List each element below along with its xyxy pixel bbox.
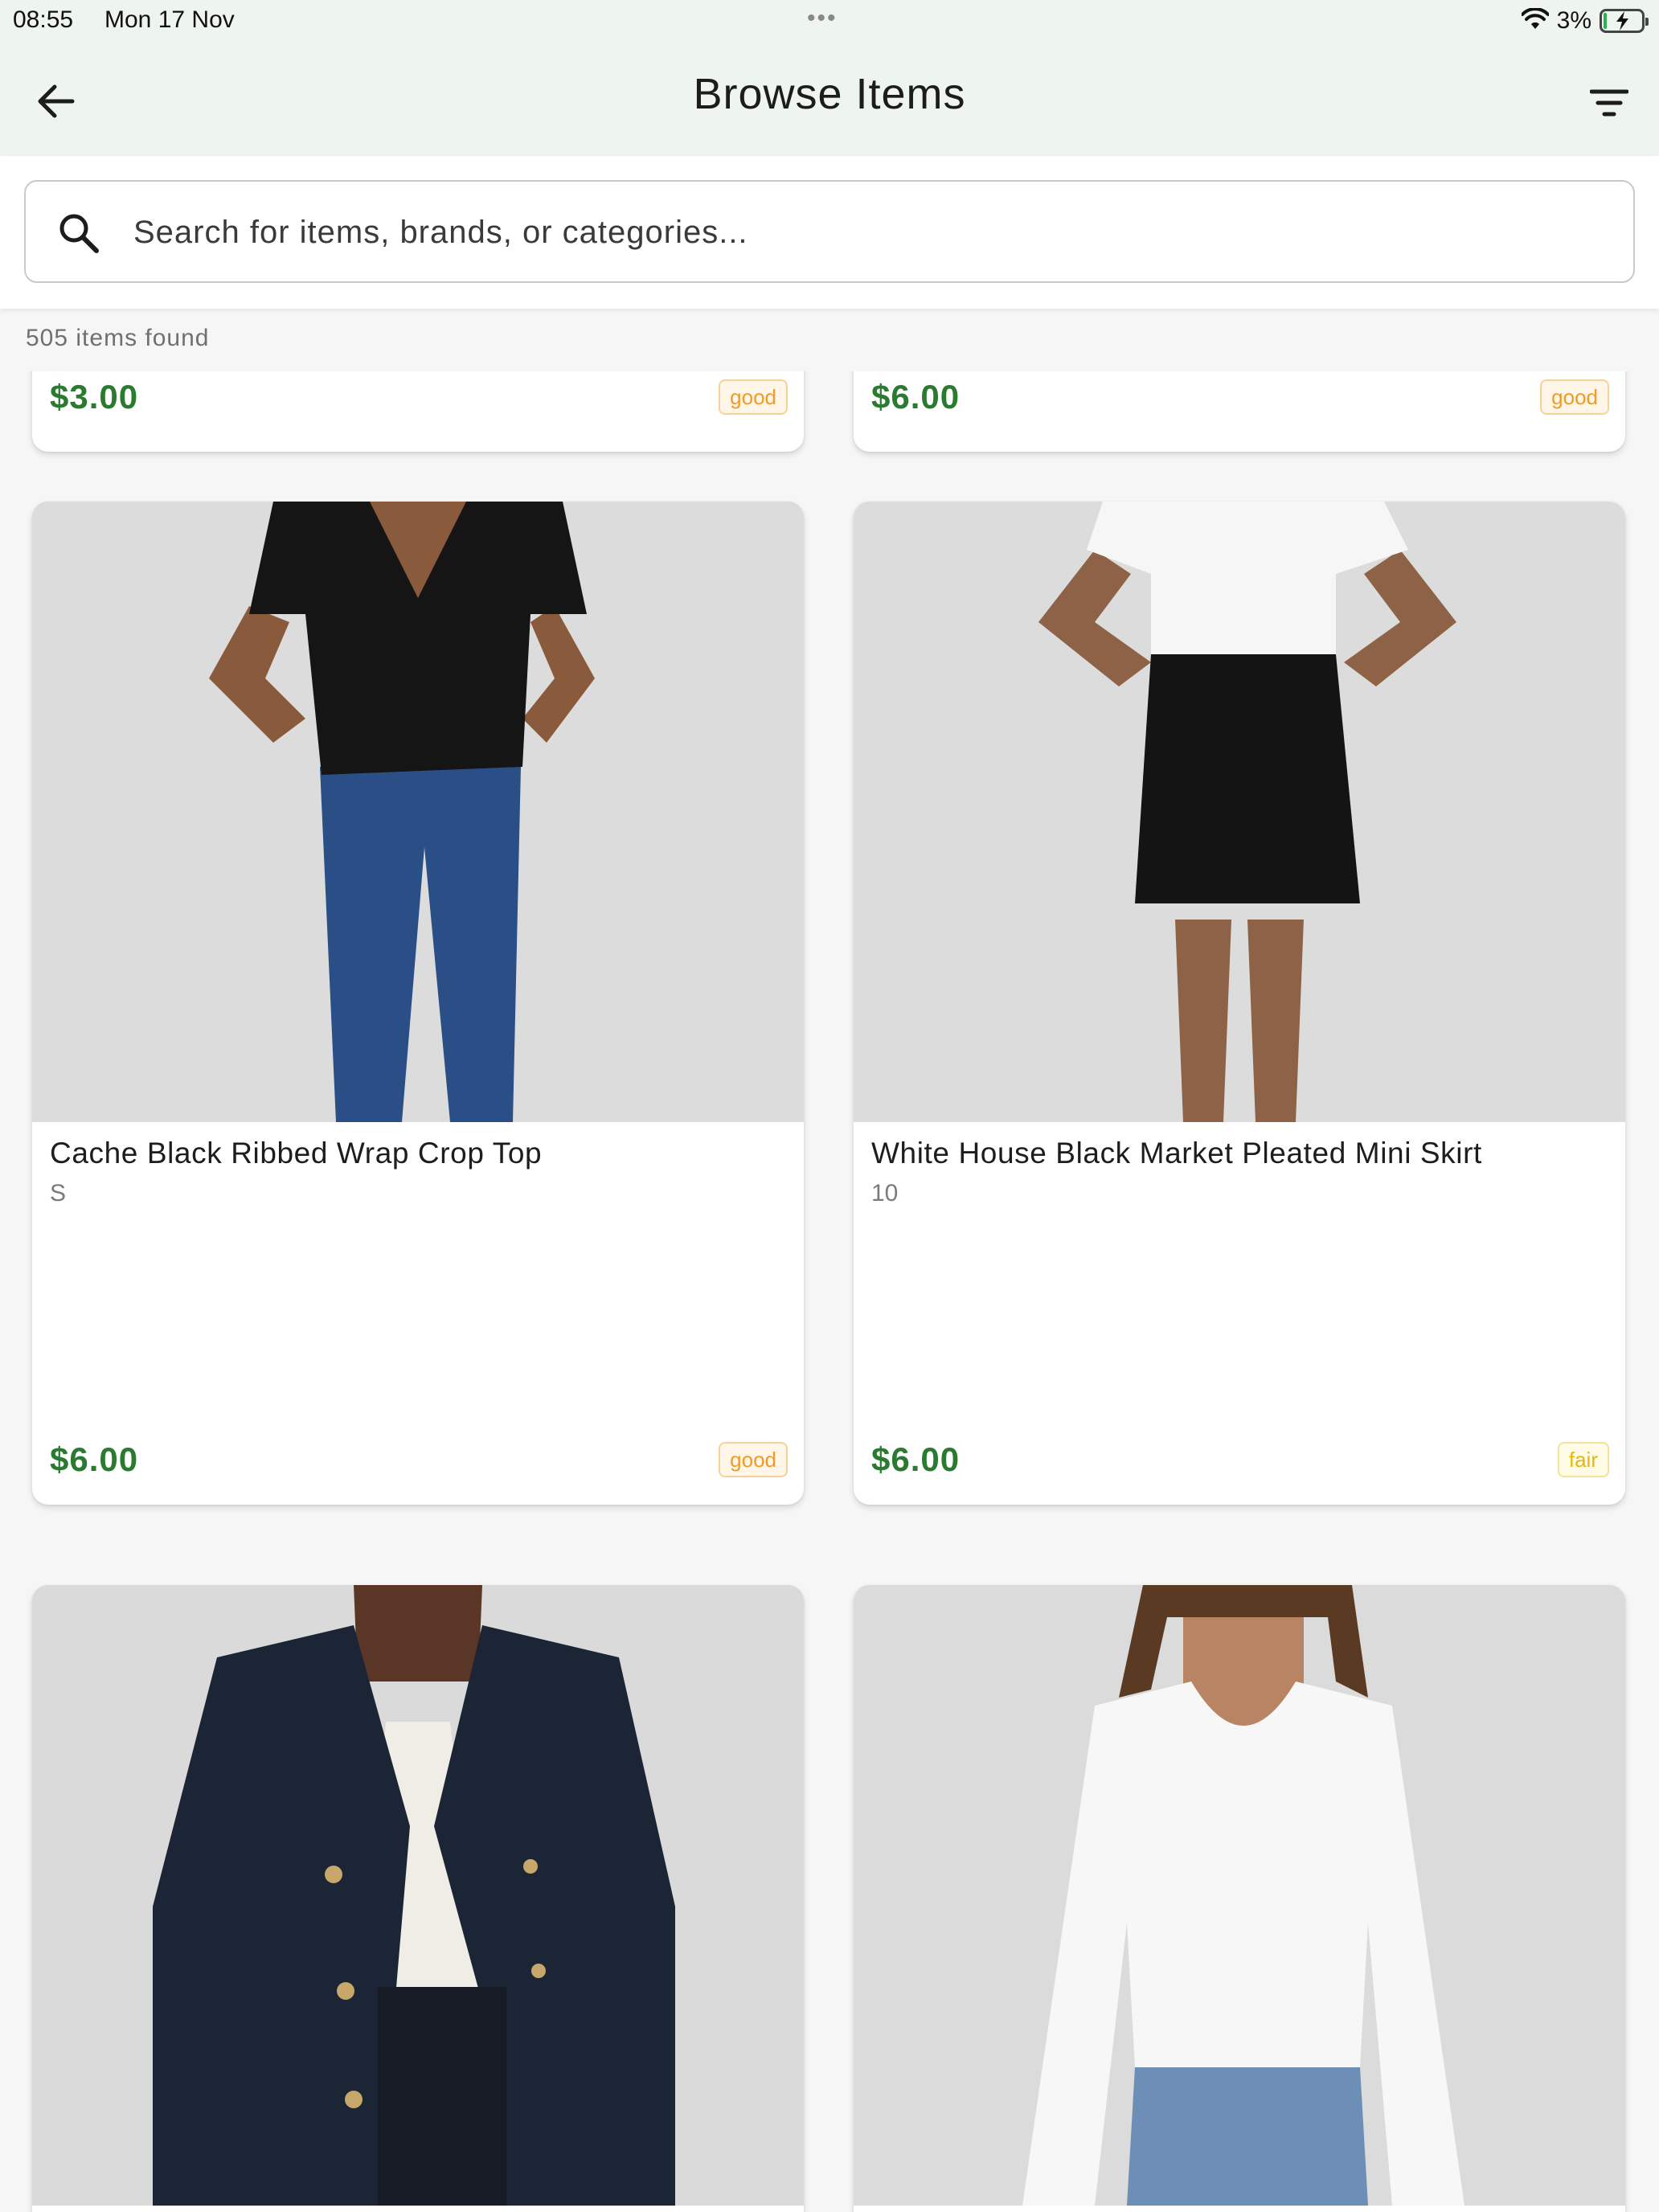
condition-badge: fair [1557,1442,1609,1477]
item-image [854,502,1625,1122]
condition-badge: good [719,1442,788,1477]
app-bar: Browse Items [0,40,1659,156]
multitasking-dots[interactable]: ••• [807,5,838,32]
page-title: Browse Items [693,70,966,118]
item-price: $6.00 [871,378,961,416]
results-count: 505 items found [26,325,210,351]
item-price: $6.00 [50,1440,139,1478]
item-image [32,502,804,1122]
item-card[interactable]: White House Black Market Pleated Mini Sk… [854,502,1625,1505]
status-right: 3% [1520,5,1649,37]
search-icon [59,214,99,253]
item-card[interactable]: Cache Black Ribbed Wrap Crop Top S $6.00… [32,502,804,1505]
item-card[interactable]: $6.00 good [854,371,1625,452]
item-price: $3.00 [50,378,139,416]
wifi-icon [1520,6,1550,35]
condition-badge: good [719,379,788,415]
items-grid[interactable]: $3.00 good $6.00 good Cache Black Ribbed… [0,371,1659,2212]
item-size: S [50,1180,67,1206]
battery-charging-icon [1600,9,1649,33]
filter-lines-icon [1590,89,1628,117]
item-card[interactable] [32,1585,804,2212]
item-price: $6.00 [871,1440,961,1478]
item-image [32,1585,804,2206]
search-box[interactable] [24,180,1635,283]
top-bar: 08:55 Mon 17 Nov ••• 3% Browse Items [0,0,1659,156]
battery-percentage: 3% [1556,7,1591,34]
item-image [854,1585,1625,2206]
item-title: Cache Black Ribbed Wrap Crop Top [50,1137,543,1169]
search-area [0,156,1659,309]
search-input[interactable] [133,204,1612,260]
status-bar: 08:55 Mon 17 Nov ••• 3% [0,0,1659,40]
item-size: 10 [871,1180,899,1206]
filter-button[interactable] [1583,77,1635,129]
item-title: White House Black Market Pleated Mini Sk… [871,1137,1482,1169]
status-time: 08:55 [13,6,74,33]
item-card[interactable] [854,1585,1625,2212]
status-date: Mon 17 Nov [104,6,235,33]
item-card[interactable]: $3.00 good [32,371,804,452]
app-root: 08:55 Mon 17 Nov ••• 3% Browse Items Sea… [0,0,1659,2212]
condition-badge: good [1540,379,1609,415]
